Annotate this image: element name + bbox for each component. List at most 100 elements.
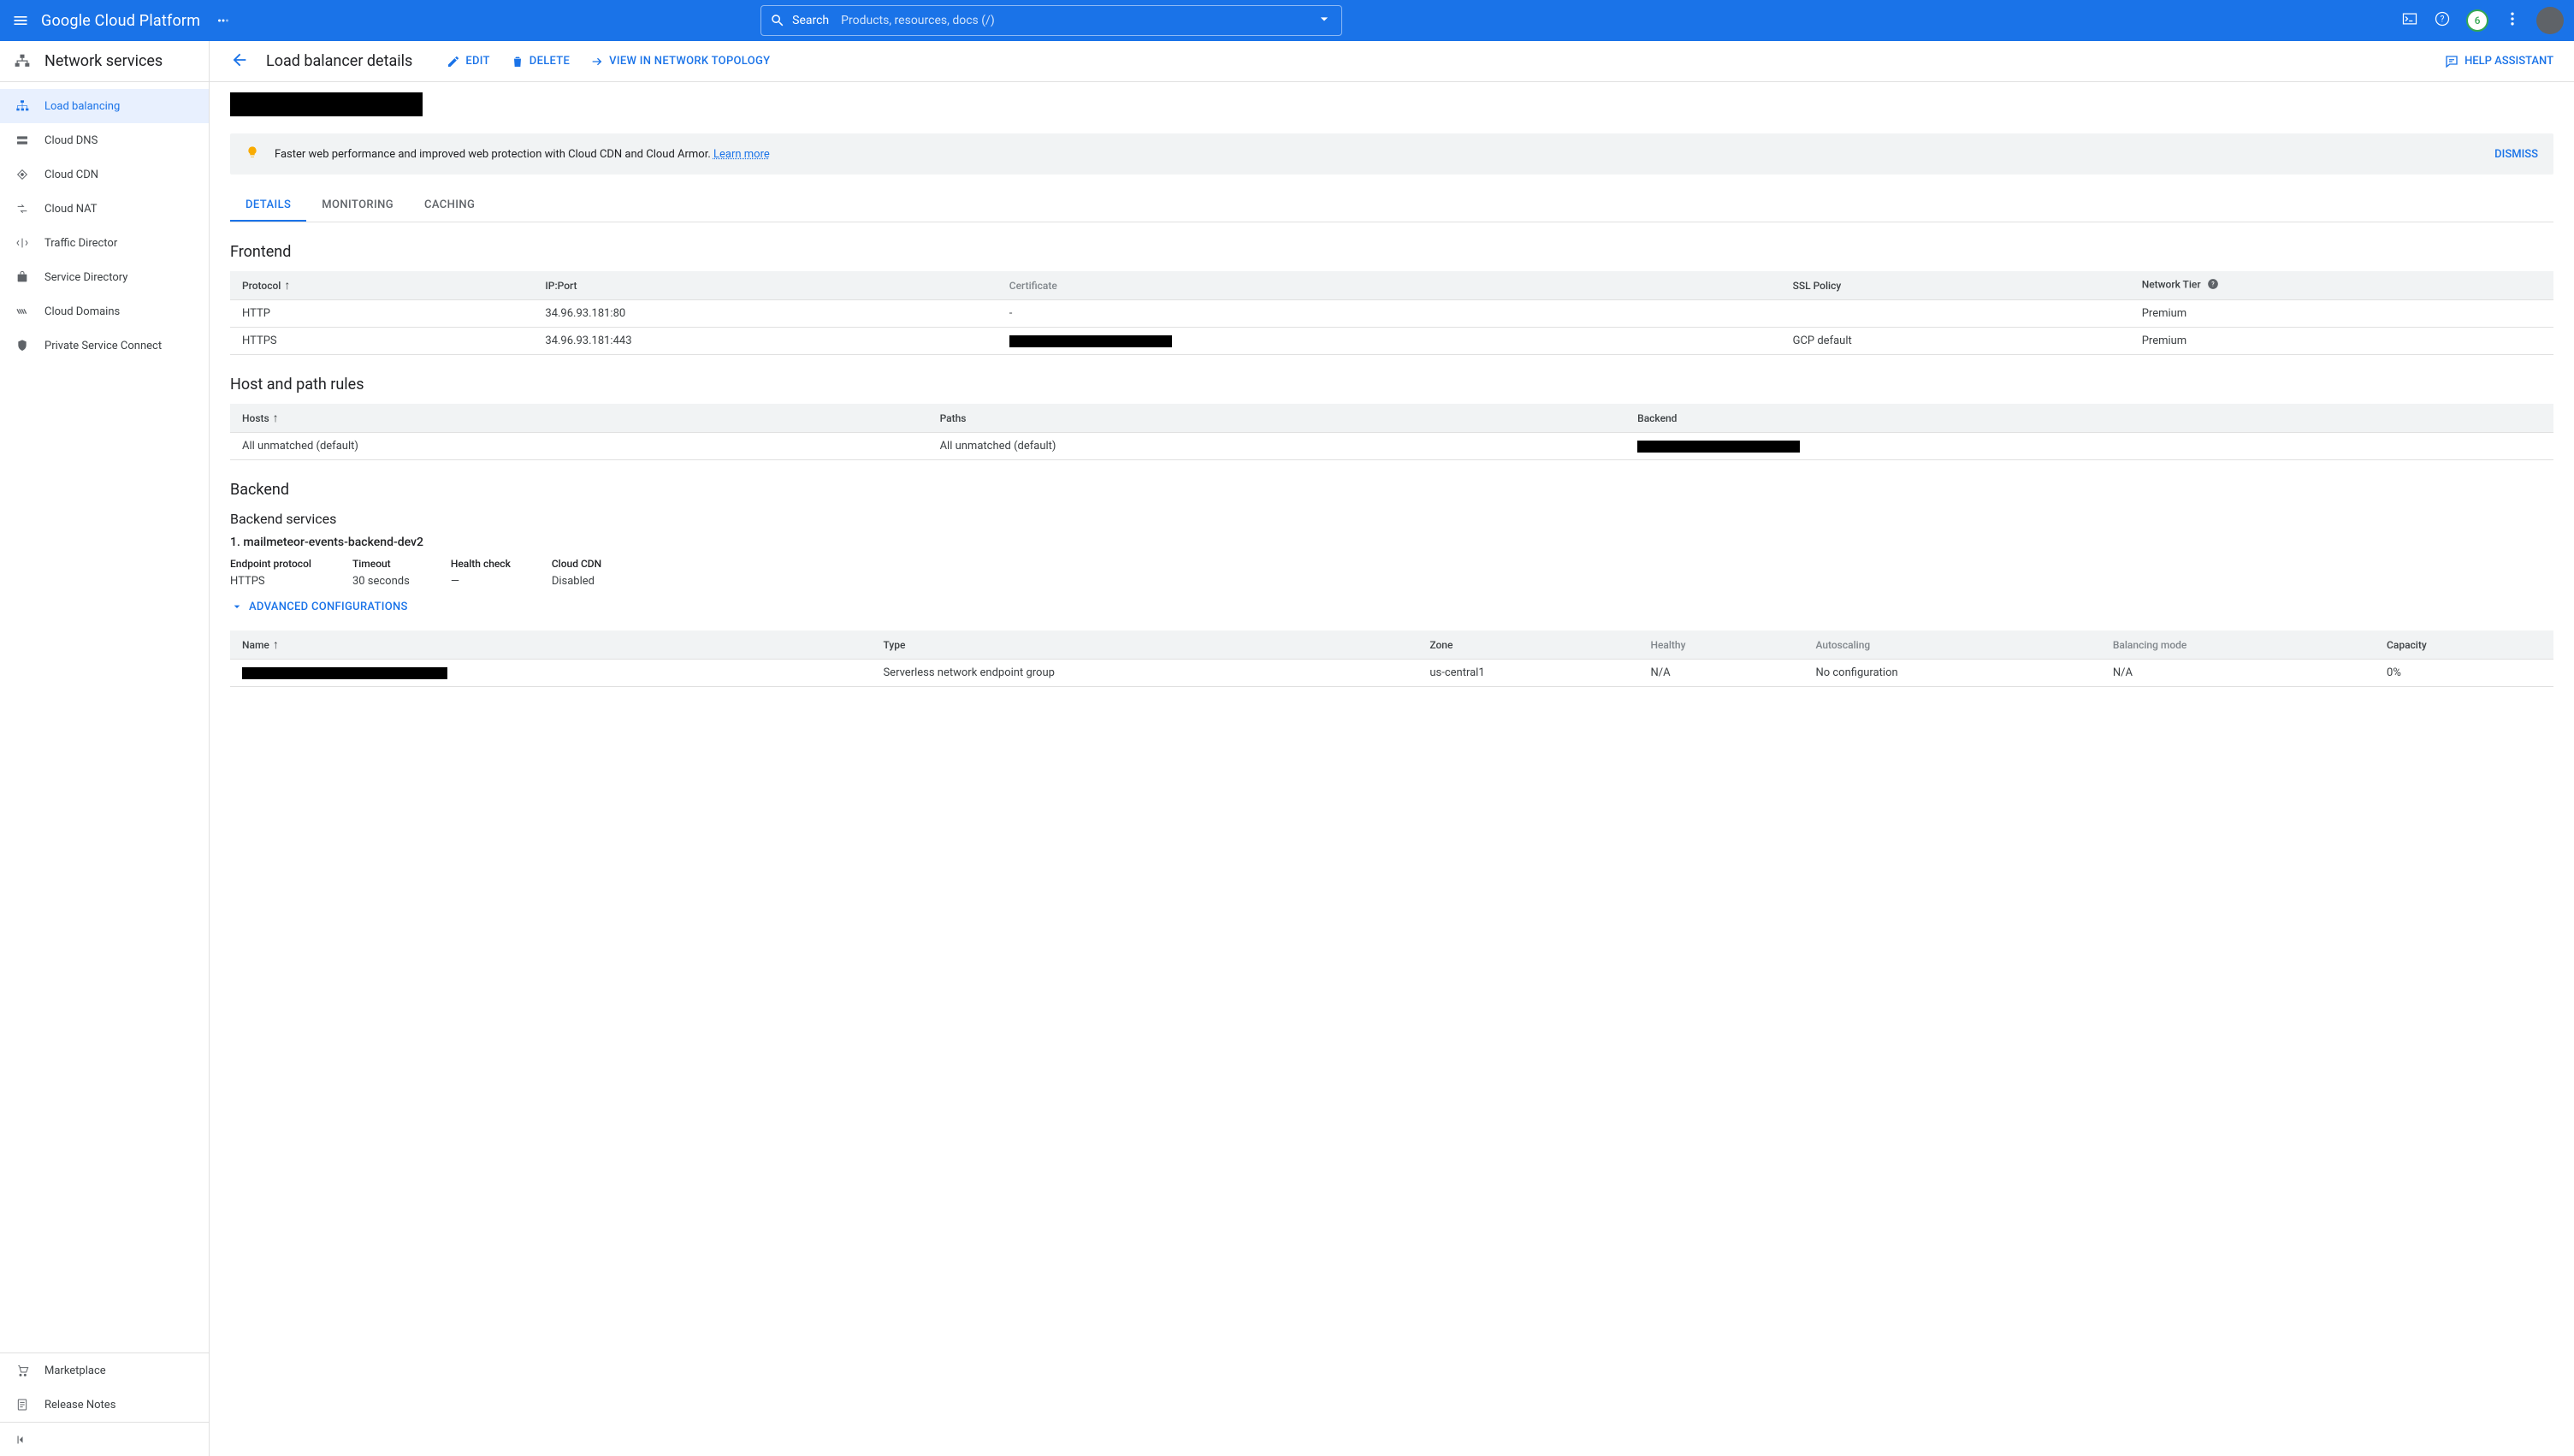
service-meta: Endpoint protocolHTTPS Timeout30 seconds… bbox=[230, 558, 2553, 588]
search-input-wrap[interactable]: Search bbox=[760, 5, 1342, 36]
cloud-domains-icon bbox=[14, 305, 31, 318]
sidebar-item-cloud-cdn[interactable]: Cloud CDN bbox=[0, 157, 209, 192]
cloud-cdn-icon bbox=[14, 168, 31, 181]
hostpath-heading: Host and path rules bbox=[230, 376, 2553, 394]
cert-redacted bbox=[1009, 335, 1172, 347]
sidebar-item-label: Marketplace bbox=[44, 1364, 106, 1377]
top-bar: Google Cloud Platform Search ? 6 bbox=[0, 0, 2574, 41]
col-ssl[interactable]: SSL Policy bbox=[1781, 271, 2130, 300]
sidebar-item-label: Traffic Director bbox=[44, 237, 117, 250]
help-assistant-button[interactable]: HELP ASSISTANT bbox=[2444, 54, 2553, 69]
sidebar-item-cloud-nat[interactable]: Cloud NAT bbox=[0, 192, 209, 226]
col-balmode[interactable]: Balancing mode bbox=[2101, 630, 2375, 660]
load-balancing-icon bbox=[14, 99, 31, 113]
search-input[interactable] bbox=[841, 14, 1316, 27]
dismiss-button[interactable]: DISMISS bbox=[2494, 148, 2538, 161]
col-backend[interactable]: Backend bbox=[1625, 404, 2553, 433]
sidebar-item-label: Cloud DNS bbox=[44, 134, 98, 147]
service-directory-icon bbox=[14, 270, 31, 284]
main: Load balancer details EDIT DELETE VIEW I… bbox=[210, 41, 2574, 1456]
chevron-down-icon[interactable] bbox=[1316, 10, 1333, 31]
svg-text:?: ? bbox=[2441, 15, 2445, 24]
col-paths[interactable]: Paths bbox=[928, 404, 1626, 433]
delete-icon bbox=[511, 55, 524, 68]
sidebar-item-label: Service Directory bbox=[44, 271, 127, 284]
sidebar-collapse[interactable] bbox=[0, 1422, 209, 1456]
tab-monitoring[interactable]: MONITORING bbox=[306, 190, 409, 222]
table-row: Serverless network endpoint group us-cen… bbox=[230, 660, 2553, 687]
backend-redacted bbox=[1637, 441, 1800, 453]
chat-icon bbox=[2444, 54, 2459, 69]
sidebar-item-load-balancing[interactable]: Load balancing bbox=[0, 89, 209, 123]
view-topology-button[interactable]: VIEW IN NETWORK TOPOLOGY bbox=[590, 55, 770, 68]
sort-arrow-icon: ↑ bbox=[284, 279, 290, 293]
help-icon[interactable]: ? bbox=[2434, 10, 2451, 31]
backend-heading: Backend bbox=[230, 481, 2553, 499]
sidebar: Network services Load balancing Cloud DN… bbox=[0, 41, 210, 1456]
svg-text:?: ? bbox=[2211, 281, 2215, 287]
col-name[interactable]: Name↑ bbox=[230, 630, 871, 660]
service-name: 1. mailmeteor-events-backend-dev2 bbox=[230, 536, 2553, 549]
sidebar-item-label: Cloud CDN bbox=[44, 169, 98, 181]
notifications-badge[interactable]: 6 bbox=[2466, 9, 2488, 32]
sidebar-item-private-service-connect[interactable]: Private Service Connect bbox=[0, 328, 209, 363]
lb-name-redacted bbox=[230, 92, 423, 116]
col-ipport[interactable]: IP:Port bbox=[533, 271, 997, 300]
col-tier[interactable]: Network Tier ? bbox=[2130, 271, 2553, 300]
project-selector[interactable] bbox=[216, 13, 231, 28]
cloud-dns-icon bbox=[14, 133, 31, 147]
private-service-connect-icon bbox=[14, 339, 31, 352]
sidebar-item-label: Cloud NAT bbox=[44, 203, 98, 216]
col-healthy[interactable]: Healthy bbox=[1638, 630, 1803, 660]
frontend-heading: Frontend bbox=[230, 243, 2553, 261]
sidebar-item-service-directory[interactable]: Service Directory bbox=[0, 260, 209, 294]
network-services-icon bbox=[14, 53, 31, 70]
table-row: HTTPS 34.96.93.181:443 GCP default Premi… bbox=[230, 328, 2553, 355]
sort-arrow-icon: ↑ bbox=[273, 638, 279, 652]
col-capacity[interactable]: Capacity bbox=[2375, 630, 2553, 660]
search-box: Search bbox=[760, 5, 1342, 36]
tab-details[interactable]: DETAILS bbox=[230, 190, 306, 222]
neg-name-redacted bbox=[242, 667, 447, 679]
col-zone[interactable]: Zone bbox=[1417, 630, 1638, 660]
col-type[interactable]: Type bbox=[871, 630, 1417, 660]
col-autoscaling[interactable]: Autoscaling bbox=[1803, 630, 2100, 660]
edit-button[interactable]: EDIT bbox=[447, 55, 489, 68]
col-cert[interactable]: Certificate bbox=[997, 271, 1781, 300]
backend-services-heading: Backend services bbox=[230, 511, 2553, 527]
avatar[interactable] bbox=[2536, 7, 2564, 34]
sidebar-item-cloud-domains[interactable]: Cloud Domains bbox=[0, 294, 209, 328]
delete-button[interactable]: DELETE bbox=[511, 55, 570, 68]
more-vert-icon[interactable] bbox=[2504, 10, 2521, 31]
topbar-right: ? 6 bbox=[2401, 7, 2564, 34]
learn-more-link[interactable]: Learn more bbox=[713, 148, 770, 161]
search-label: Search bbox=[792, 14, 829, 27]
cloud-shell-icon[interactable] bbox=[2401, 10, 2418, 31]
search-icon bbox=[770, 13, 785, 28]
col-protocol[interactable]: Protocol↑ bbox=[230, 271, 533, 300]
arrow-right-icon bbox=[590, 55, 604, 68]
traffic-director-icon bbox=[14, 236, 31, 250]
sidebar-item-traffic-director[interactable]: Traffic Director bbox=[0, 226, 209, 260]
back-button[interactable] bbox=[230, 50, 249, 73]
page-title: Load balancer details bbox=[266, 52, 412, 70]
tab-caching[interactable]: CACHING bbox=[409, 190, 490, 222]
release-notes-icon bbox=[14, 1398, 31, 1412]
cloud-nat-icon bbox=[14, 202, 31, 216]
menu-icon[interactable] bbox=[10, 10, 31, 31]
gcp-logo[interactable]: Google Cloud Platform bbox=[41, 12, 200, 30]
endpoints-table: Name↑ Type Zone Healthy Autoscaling Bala… bbox=[230, 630, 2553, 687]
sidebar-item-cloud-dns[interactable]: Cloud DNS bbox=[0, 123, 209, 157]
col-hosts[interactable]: Hosts↑ bbox=[230, 404, 928, 433]
sidebar-item-marketplace[interactable]: Marketplace bbox=[0, 1353, 209, 1388]
sidebar-title: Network services bbox=[44, 52, 163, 70]
table-row: All unmatched (default) All unmatched (d… bbox=[230, 433, 2553, 460]
banner-text: Faster web performance and improved web … bbox=[275, 148, 770, 161]
chevron-down-icon bbox=[230, 600, 244, 613]
advanced-config-toggle[interactable]: ADVANCED CONFIGURATIONS bbox=[230, 600, 2553, 613]
lightbulb-icon bbox=[246, 145, 259, 163]
sidebar-item-label: Load balancing bbox=[44, 100, 120, 113]
sidebar-item-release-notes[interactable]: Release Notes bbox=[0, 1388, 209, 1422]
help-circle-icon[interactable]: ? bbox=[2207, 278, 2219, 293]
sidebar-item-label: Release Notes bbox=[44, 1399, 115, 1412]
